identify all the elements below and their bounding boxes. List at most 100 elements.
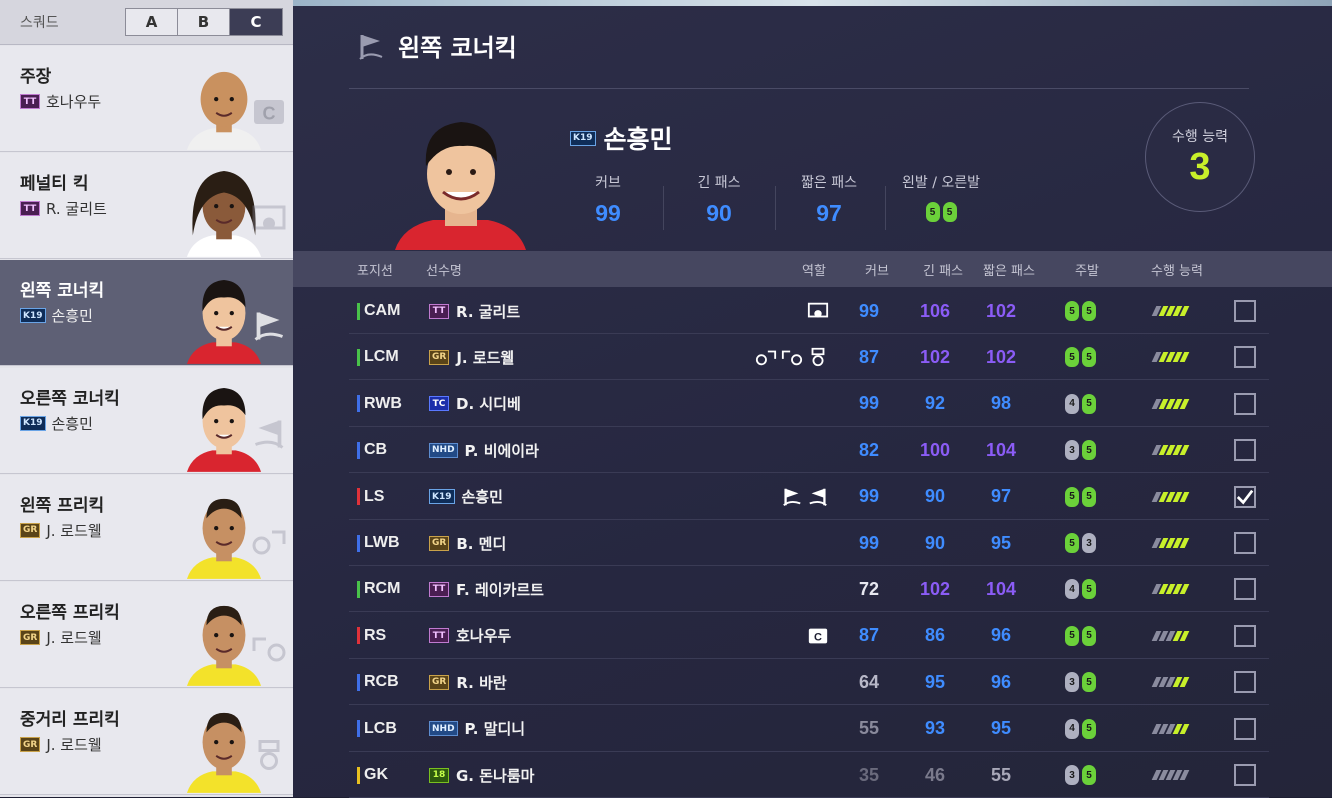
table-row[interactable]: CAM TT R. 굴리트 99 106 102 5 5 — [349, 288, 1269, 334]
table-row[interactable]: RS TT 호나우두 C 87 86 96 5 5 — [349, 613, 1269, 659]
th-ability: 수행 능력 — [1151, 263, 1203, 279]
right-foot-icon: 5 — [1082, 486, 1096, 507]
checkbox-box[interactable] — [1234, 624, 1256, 647]
position-label: LS — [364, 487, 385, 505]
curve-value: 82 — [858, 439, 880, 460]
long-free-kick-icon — [811, 348, 825, 367]
kicker-slot[interactable]: 페널티 킥 TT R. 굴리트 — [0, 153, 293, 260]
right-foot-icon: 5 — [1082, 718, 1096, 739]
kicker-slot[interactable]: 오른쪽 프리킥 GR J. 로드웰 — [0, 582, 293, 688]
checkbox-box[interactable] — [1234, 300, 1256, 322]
select-checkbox[interactable] — [1234, 566, 1256, 612]
table-row[interactable]: CB NHD P. 비에이라 82 100 104 3 5 — [349, 427, 1269, 474]
select-checkbox[interactable] — [1234, 659, 1256, 705]
left-foot-icon: 3 — [1065, 672, 1079, 693]
ability-bar — [1151, 334, 1190, 380]
stat-label: 긴 패스 — [697, 175, 741, 191]
left-corner-flag-icon — [254, 312, 284, 342]
right-foot-icon: 5 — [1082, 347, 1096, 368]
table-row[interactable]: GK 18 G. 돈나룸마 35 46 55 3 5 — [349, 752, 1269, 798]
season-badge: TT — [429, 581, 449, 597]
th-role: 역할 — [802, 263, 826, 279]
checkbox-box[interactable] — [1234, 346, 1256, 369]
kicker-slot-title: 중거리 프리킥 — [20, 710, 120, 731]
right-corner-flag-icon — [809, 488, 827, 506]
checkbox-box[interactable] — [1234, 717, 1256, 740]
select-checkbox[interactable] — [1234, 288, 1256, 334]
checkbox-box[interactable] — [1234, 532, 1256, 554]
stat-value: 90 — [706, 200, 732, 226]
table-row[interactable]: RCM TT F. 레이카르트 72 102 104 4 5 — [349, 566, 1269, 613]
table-row[interactable]: RCB GR R. 바란 64 95 96 3 5 — [349, 659, 1269, 706]
curve-value: 99 — [858, 300, 880, 321]
role-icons — [729, 520, 829, 566]
checkbox-box[interactable] — [1234, 392, 1256, 415]
long-pass-value: 93 — [924, 718, 946, 739]
short-pass-value: 55 — [990, 764, 1012, 785]
kicker-slot[interactable]: 주장 TT 호나우두 C — [0, 46, 293, 152]
squad-tab-b[interactable]: B — [178, 9, 230, 35]
squad-tab-a[interactable]: A — [126, 9, 178, 35]
select-checkbox[interactable] — [1234, 427, 1256, 473]
select-checkbox[interactable] — [1234, 474, 1256, 520]
left-foot-icon: 5 — [1065, 625, 1079, 646]
squad-tab-c[interactable]: C — [230, 9, 282, 35]
checkbox-box[interactable] — [1234, 485, 1256, 508]
position-color-bar — [357, 348, 360, 366]
player-name: D. 시디베 — [456, 395, 521, 414]
curve-value: 99 — [858, 393, 880, 414]
right-foot-icon: 5 — [1082, 393, 1096, 414]
stat-label: 짧은 패스 — [801, 175, 857, 191]
kicker-slot-player: TT R. 굴리트 — [20, 198, 107, 219]
right-foot-icon: 5 — [1082, 672, 1096, 693]
select-checkbox[interactable] — [1234, 752, 1256, 798]
short-pass-value: 96 — [990, 625, 1012, 646]
th-position: 포지션 — [357, 263, 393, 279]
left-free-kick-icon — [252, 530, 286, 555]
feet-indicator: 5 3 — [1065, 520, 1096, 566]
player-cell: GR J. 로드웰 — [429, 334, 514, 380]
position-color-bar — [357, 488, 360, 506]
checkbox-box[interactable] — [1234, 578, 1256, 601]
select-checkbox[interactable] — [1234, 706, 1256, 752]
th-short-pass: 짧은 패스 — [983, 263, 1035, 279]
curve-value: 87 — [858, 625, 880, 646]
player-name: J. 로드웰 — [46, 736, 102, 755]
table-row[interactable]: LS K19 손흥민 99 90 97 5 5 — [349, 474, 1269, 520]
short-pass-value: 104 — [985, 439, 1017, 460]
ability-bar — [1151, 706, 1190, 752]
table-row[interactable]: LWB GR B. 멘디 99 90 95 5 3 — [349, 520, 1269, 566]
left-foot-icon: 5 — [1065, 533, 1079, 553]
select-checkbox[interactable] — [1234, 381, 1256, 427]
checkbox-box[interactable] — [1234, 764, 1256, 786]
kicker-slot[interactable]: 중거리 프리킥 GR J. 로드웰 — [0, 689, 293, 796]
select-checkbox[interactable] — [1234, 334, 1256, 380]
kicker-slot[interactable]: 왼쪽 코너킥 K19 손흥민 — [0, 260, 293, 367]
position-label: GK — [364, 766, 388, 783]
kicker-slot-title: 왼쪽 코너킥 — [20, 281, 105, 302]
position-cell: RWB — [357, 381, 402, 427]
checkbox-box[interactable] — [1234, 439, 1256, 462]
hero-player-name: K19 손흥민 — [570, 120, 673, 156]
divider — [349, 88, 1249, 89]
kicker-slot[interactable]: 왼쪽 프리킥 GR J. 로드웰 — [0, 474, 293, 581]
panel-title: 왼쪽 코너킥 — [398, 34, 517, 62]
role-icons: C — [729, 613, 829, 659]
table-row[interactable]: LCM GR J. 로드웰 87 102 102 5 5 — [349, 334, 1269, 381]
ability-bar — [1151, 288, 1190, 334]
player-cell: NHD P. 비에이라 — [429, 427, 539, 473]
select-checkbox[interactable] — [1234, 520, 1256, 566]
table-header: 포지션 선수명 역할 커브 긴 패스 짧은 패스 주발 수행 능력 — [293, 251, 1332, 287]
table-row[interactable]: LCB NHD P. 말디니 55 93 95 4 5 — [349, 706, 1269, 752]
checkbox-box[interactable] — [1234, 671, 1256, 694]
kicker-slot-player: K19 손흥민 — [20, 413, 93, 434]
role-icons — [729, 706, 829, 752]
long-pass-value: 46 — [924, 764, 946, 785]
kicker-slot[interactable]: 오른쪽 코너킥 K19 손흥민 — [0, 367, 293, 474]
svg-text:C: C — [263, 104, 276, 124]
position-label: RCB — [364, 673, 399, 691]
select-checkbox[interactable] — [1234, 613, 1256, 659]
table-row[interactable]: RWB TC D. 시디베 99 92 98 4 5 — [349, 381, 1269, 427]
left-foot-icon: 5 — [1065, 486, 1079, 507]
short-pass-value: 102 — [985, 346, 1017, 367]
